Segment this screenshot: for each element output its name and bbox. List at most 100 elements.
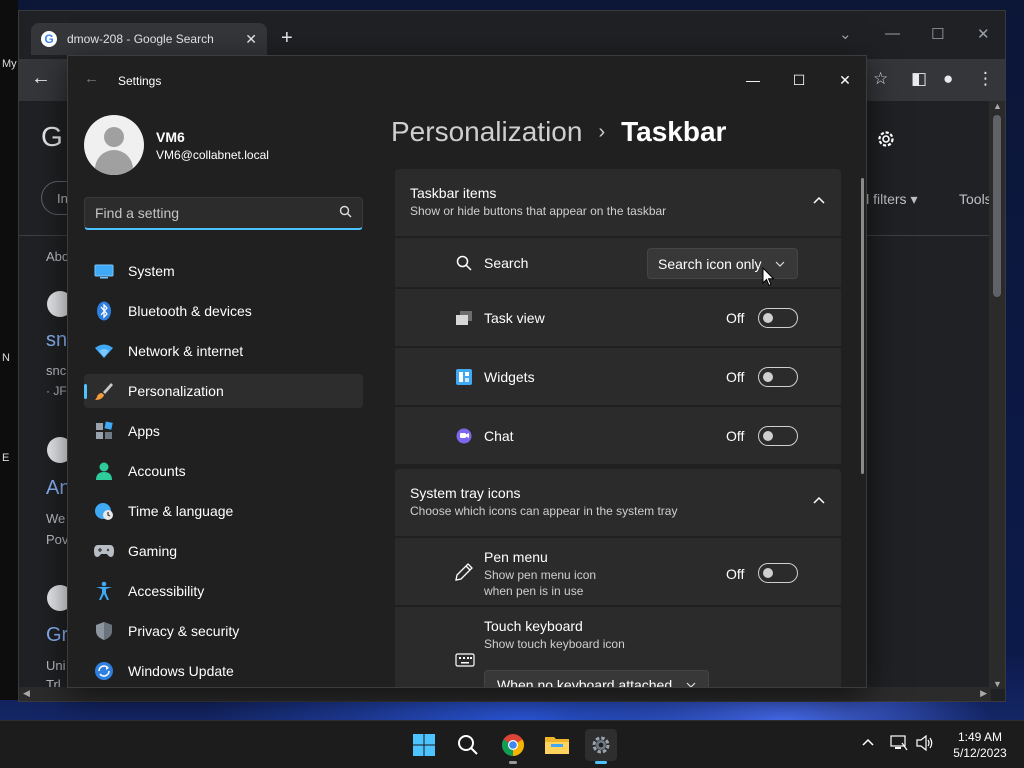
- settings-maximize-button[interactable]: ☐: [776, 64, 822, 96]
- chrome-tab[interactable]: G dmow-208 - Google Search ✕: [31, 23, 267, 55]
- avatar[interactable]: [84, 115, 144, 175]
- windows-taskbar: 1:49 AM 5/12/2023: [0, 720, 1024, 768]
- show-hidden-icons-chevron-icon[interactable]: [862, 733, 874, 749]
- nav-item-privacy[interactable]: Privacy & security: [84, 614, 363, 648]
- touch-keyboard-row: Touch keyboard Show touch keyboard icon …: [395, 606, 841, 687]
- nav-item-personalization[interactable]: Personalization: [84, 374, 363, 408]
- widgets-icon: [455, 368, 473, 386]
- chevron-up-icon[interactable]: [813, 491, 825, 507]
- network-icon[interactable]: [890, 735, 908, 754]
- about-results-fragment: Abo: [46, 249, 70, 264]
- search-mode-dropdown[interactable]: Search icon only: [647, 248, 798, 279]
- globe-clock-icon: [94, 501, 114, 521]
- breadcrumb: Personalization › Taskbar: [391, 116, 726, 148]
- settings-taskbar-button[interactable]: [585, 729, 617, 764]
- chrome-close-button[interactable]: ✕: [977, 25, 990, 43]
- profile-icon[interactable]: ●: [943, 69, 953, 89]
- vm-left-edge: My N E: [0, 0, 18, 700]
- pen-menu-row: Pen menu Show pen menu icon when pen is …: [395, 537, 841, 605]
- chrome-icon: [502, 734, 524, 756]
- nav-item-windows-update[interactable]: Windows Update: [84, 654, 363, 687]
- nav-item-time-language[interactable]: Time & language: [84, 494, 363, 528]
- nav-label: Privacy & security: [128, 623, 240, 639]
- settings-titlebar: ← Settings — ☐ ✕: [68, 56, 866, 104]
- task-view-toggle[interactable]: [758, 308, 798, 328]
- nav-item-network[interactable]: Network & internet: [84, 334, 363, 368]
- chrome-vertical-scrollbar[interactable]: ▲ ▼: [989, 101, 1005, 689]
- nav-item-accounts[interactable]: Accounts: [84, 454, 363, 488]
- toggle-knob: [763, 372, 773, 382]
- pen-menu-toggle[interactable]: [758, 563, 798, 583]
- gear-icon[interactable]: [875, 128, 897, 155]
- windows-logo-icon: [413, 734, 435, 756]
- new-tab-button[interactable]: +: [281, 27, 293, 50]
- bookmark-fragment: My: [2, 58, 17, 70]
- chrome-taskbar-button[interactable]: [497, 729, 529, 764]
- result3-title[interactable]: Gr: [46, 624, 68, 647]
- settings-back-icon[interactable]: ←: [84, 70, 99, 87]
- bookmark-star-icon[interactable]: ☆: [873, 69, 888, 89]
- tab-search-icon[interactable]: ⌄: [839, 25, 852, 43]
- nav-item-system[interactable]: System: [84, 254, 363, 288]
- chrome-maximize-button[interactable]: ☐: [931, 25, 944, 43]
- chrome-horizontal-scrollbar[interactable]: ◀ ▶: [19, 687, 991, 701]
- nav-label: Time & language: [128, 503, 234, 519]
- result1-line1: snc: [46, 363, 67, 378]
- apps-icon: [94, 421, 114, 441]
- row-label: Pen menu: [484, 549, 548, 565]
- search-input[interactable]: [95, 205, 339, 221]
- volume-icon[interactable]: [916, 734, 934, 754]
- result2-line2: Pov: [46, 532, 69, 547]
- side-panel-icon[interactable]: ◧: [911, 69, 927, 89]
- nav-label: Apps: [128, 423, 160, 439]
- file-explorer-taskbar-button[interactable]: [541, 729, 573, 761]
- brush-icon: [94, 381, 114, 401]
- content-scrollbar[interactable]: [861, 178, 864, 474]
- nav-item-gaming[interactable]: Gaming: [84, 534, 363, 568]
- nav-label: System: [128, 263, 175, 279]
- search-box: [84, 197, 363, 230]
- search-icon[interactable]: [339, 205, 352, 221]
- active-indicator: [595, 761, 607, 764]
- all-filters-link[interactable]: ll filters ▾: [863, 191, 917, 208]
- nav-item-apps[interactable]: Apps: [84, 414, 363, 448]
- start-button[interactable]: [408, 729, 440, 761]
- chevron-down-icon: [775, 258, 785, 270]
- widgets-toggle[interactable]: [758, 367, 798, 387]
- toggle-state: Off: [726, 310, 745, 326]
- scrollbar-thumb[interactable]: [993, 115, 1001, 297]
- system-tray-header[interactable]: System tray icons Choose which icons can…: [395, 469, 841, 536]
- clock-date: 5/12/2023: [953, 746, 1007, 760]
- scroll-down-arrow-icon[interactable]: ▼: [993, 679, 1002, 689]
- page-title: Taskbar: [621, 116, 727, 147]
- chat-toggle[interactable]: [758, 426, 798, 446]
- scroll-up-arrow-icon[interactable]: ▲: [993, 101, 1002, 111]
- nav-item-accessibility[interactable]: Accessibility: [84, 574, 363, 608]
- touch-keyboard-dropdown[interactable]: When no keyboard attached: [484, 670, 709, 687]
- chrome-minimize-button[interactable]: —: [885, 25, 900, 42]
- accessibility-icon: [94, 581, 114, 601]
- back-arrow-icon[interactable]: ←: [31, 67, 51, 90]
- nav-label: Bluetooth & devices: [128, 303, 252, 319]
- result2-line1: We: [46, 511, 66, 526]
- task-view-row: Task view Off: [395, 288, 841, 346]
- scroll-right-arrow-icon[interactable]: ▶: [980, 688, 987, 699]
- taskbar-clock[interactable]: 1:49 AM 5/12/2023: [940, 729, 1020, 761]
- scroll-left-arrow-icon[interactable]: ◀: [23, 688, 30, 699]
- nav-item-bluetooth[interactable]: Bluetooth & devices: [84, 294, 363, 328]
- settings-close-button[interactable]: ✕: [822, 64, 866, 96]
- result3-line1: Uni: [46, 658, 66, 673]
- chrome-menu-icon[interactable]: ⋮: [977, 69, 994, 89]
- taskbar-items-header[interactable]: Taskbar items Show or hide buttons that …: [395, 169, 841, 236]
- toggle-knob: [763, 568, 773, 578]
- result1-title[interactable]: sn: [46, 329, 67, 352]
- taskbar-search-button[interactable]: [452, 729, 484, 761]
- settings-minimize-button[interactable]: —: [730, 64, 776, 96]
- search-icon: [458, 735, 478, 755]
- tools-link[interactable]: Tools: [959, 191, 992, 207]
- avatar-head-shape: [104, 127, 124, 147]
- close-tab-icon[interactable]: ✕: [245, 31, 257, 48]
- chevron-up-icon[interactable]: [813, 191, 825, 207]
- breadcrumb-parent[interactable]: Personalization: [391, 116, 582, 148]
- task-view-icon: [455, 309, 473, 327]
